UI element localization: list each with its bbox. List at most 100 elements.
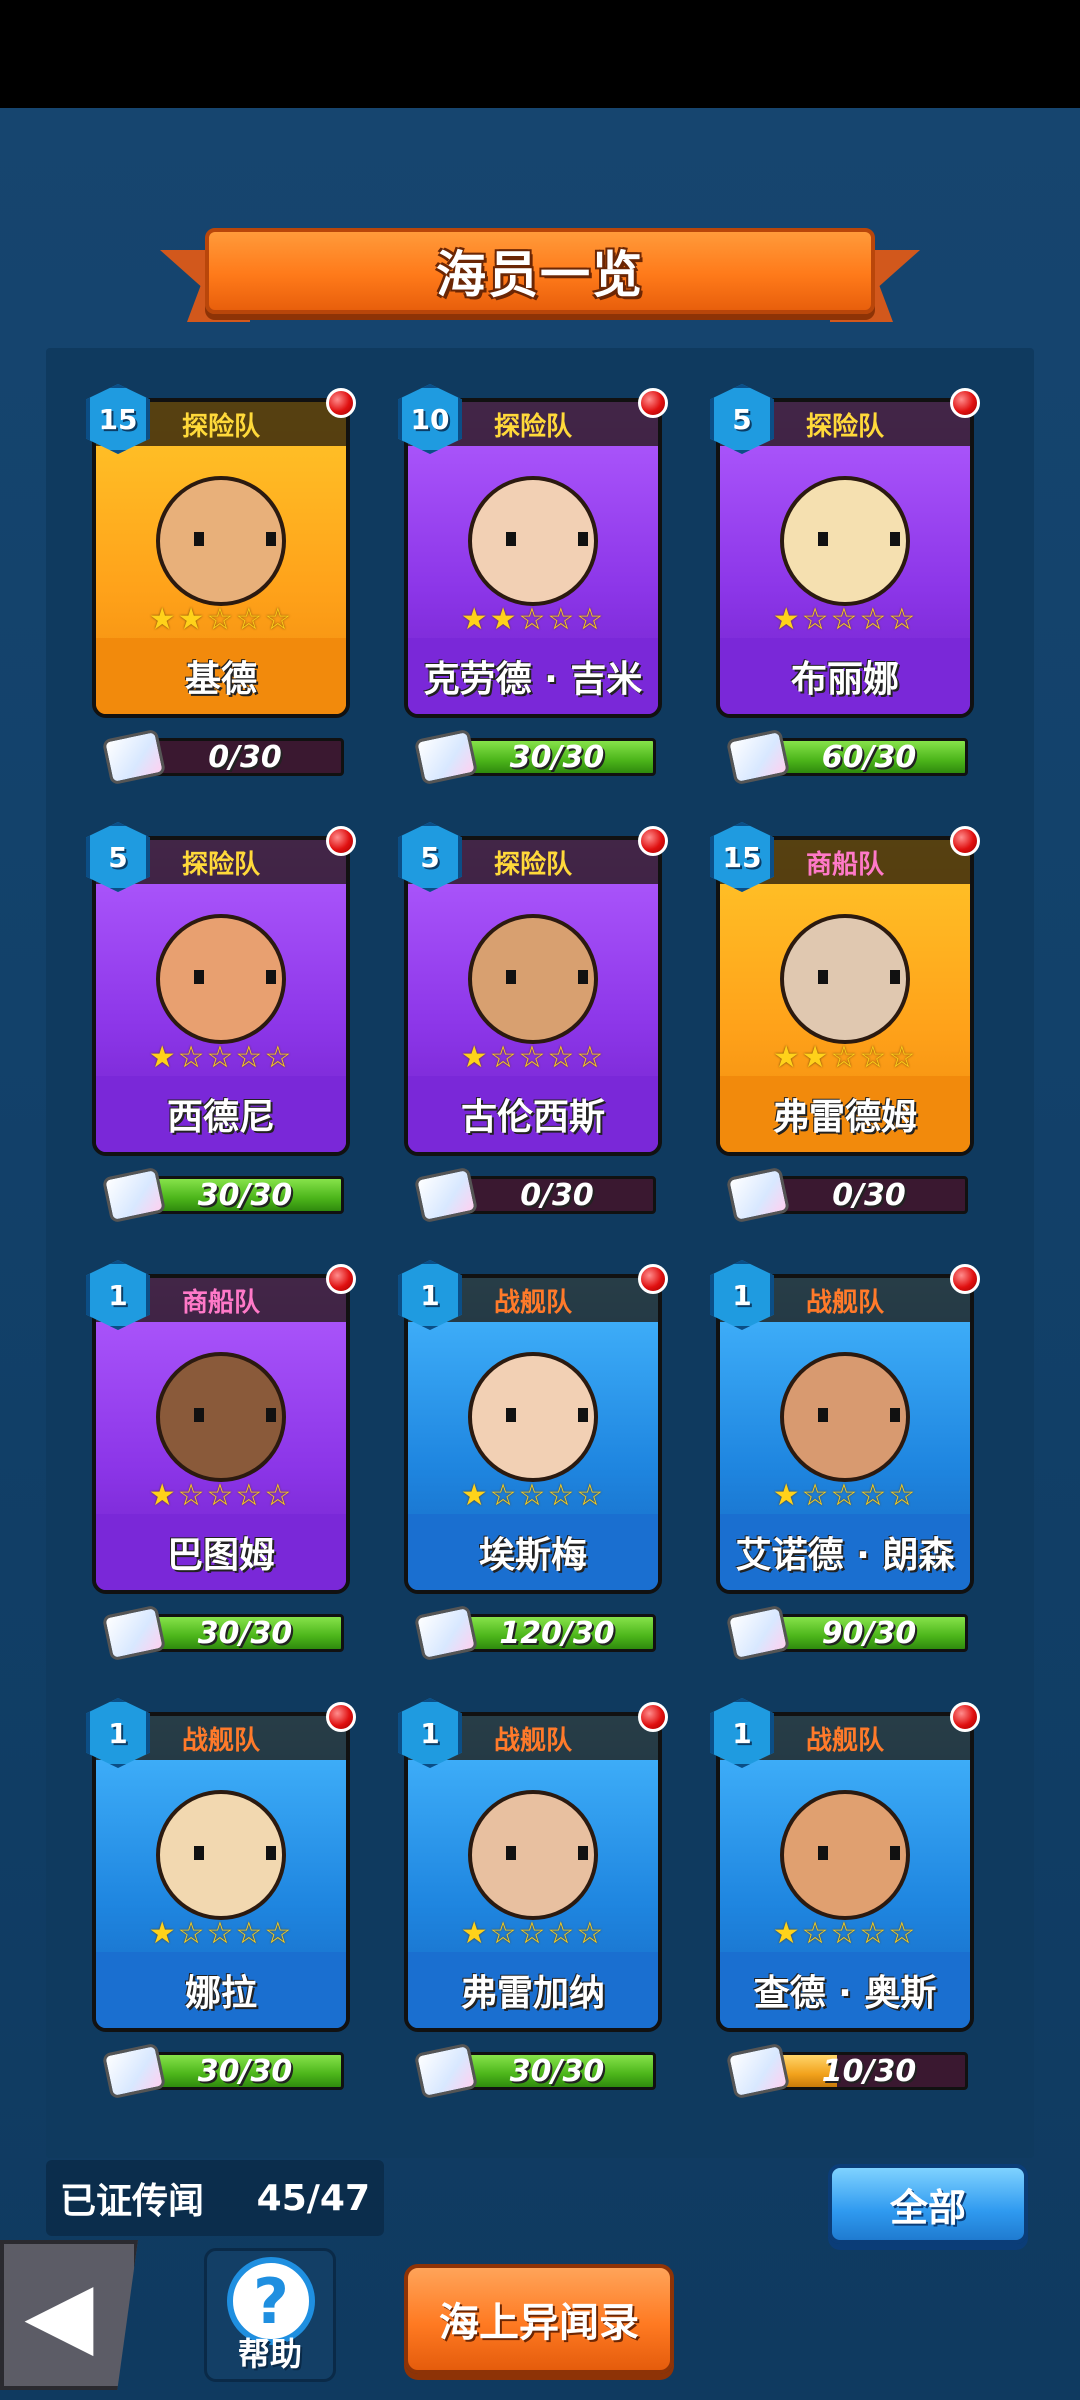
proof-counter: 已证传闻 45/47: [46, 2160, 384, 2236]
character-name: 古伦西斯: [408, 1076, 658, 1152]
notification-dot-icon: [638, 388, 668, 418]
character-name: 娜拉: [96, 1952, 346, 2028]
notification-dot-icon: [638, 1264, 668, 1294]
character-name: 查德 · 奥斯: [720, 1952, 970, 2028]
progress-text: 0/30: [520, 1177, 594, 1213]
progress-text: 30/30: [509, 2053, 605, 2089]
notification-dot-icon: [950, 1702, 980, 1732]
progress-text: 10/30: [821, 2053, 917, 2089]
character-name: 布丽娜: [720, 638, 970, 714]
fragment-progress: 0/30: [413, 1166, 658, 1224]
character-name: 弗雷德姆: [720, 1076, 970, 1152]
puzzle-piece-icon: [413, 2042, 479, 2100]
character-avatar: [156, 914, 286, 1044]
progress-text: 120/30: [499, 1615, 615, 1651]
character-name: 西德尼: [96, 1076, 346, 1152]
star-rating: ★☆☆☆☆: [148, 1040, 294, 1075]
star-rating: ★★☆☆☆: [460, 602, 606, 637]
progress-text: 30/30: [197, 1177, 293, 1213]
progress-text: 30/30: [197, 2053, 293, 2089]
character-name: 克劳德 · 吉米: [408, 638, 658, 714]
star-rating: ★☆☆☆☆: [772, 1916, 918, 1951]
crew-card[interactable]: 战舰队 ★☆☆☆☆ 查德 · 奥斯 1 10/30: [710, 1698, 980, 2100]
puzzle-piece-icon: [101, 728, 167, 786]
crew-card[interactable]: 探险队 ★★☆☆☆ 基德 15 0/30: [86, 384, 356, 786]
progress-text: 0/30: [832, 1177, 906, 1213]
fragment-progress: 30/30: [413, 728, 658, 786]
star-rating: ★★☆☆☆: [772, 1040, 918, 1075]
proof-count: 45/47: [256, 2177, 370, 2219]
crew-card[interactable]: 探险队 ★☆☆☆☆ 古伦西斯 5 0/30: [398, 822, 668, 1224]
notification-dot-icon: [950, 1264, 980, 1294]
fragment-progress: 30/30: [413, 2042, 658, 2100]
title-banner: 海员一览: [160, 222, 920, 332]
crew-card[interactable]: 战舰队 ★☆☆☆☆ 艾诺德 · 朗森 1 90/30: [710, 1260, 980, 1662]
puzzle-piece-icon: [725, 1166, 791, 1224]
star-rating: ★☆☆☆☆: [460, 1478, 606, 1513]
star-rating: ★☆☆☆☆: [460, 1040, 606, 1075]
title-plate: 海员一览: [205, 228, 875, 314]
crew-card[interactable]: 战舰队 ★☆☆☆☆ 弗雷加纳 1 30/30: [398, 1698, 668, 2100]
notification-dot-icon: [950, 388, 980, 418]
puzzle-piece-icon: [413, 1604, 479, 1662]
star-rating: ★☆☆☆☆: [460, 1916, 606, 1951]
character-avatar: [156, 1790, 286, 1920]
progress-text: 30/30: [197, 1615, 293, 1651]
crew-card[interactable]: 探险队 ★☆☆☆☆ 布丽娜 5 60/30: [710, 384, 980, 786]
puzzle-piece-icon: [725, 2042, 791, 2100]
character-name: 巴图姆: [96, 1514, 346, 1590]
fragment-progress: 30/30: [101, 2042, 346, 2100]
sea-records-label: 海上异闻录: [439, 2300, 639, 2346]
star-rating: ★☆☆☆☆: [772, 1478, 918, 1513]
character-avatar: [468, 476, 598, 606]
crew-card[interactable]: 商船队 ★☆☆☆☆ 巴图姆 1 30/30: [86, 1260, 356, 1662]
notification-dot-icon: [326, 388, 356, 418]
fragment-progress: 60/30: [725, 728, 970, 786]
crew-card[interactable]: 探险队 ★★☆☆☆ 克劳德 · 吉米 10 30/30: [398, 384, 668, 786]
character-name: 埃斯梅: [408, 1514, 658, 1590]
fragment-progress: 30/30: [101, 1604, 346, 1662]
filter-all-button[interactable]: 全部: [828, 2164, 1028, 2244]
status-bar: [0, 0, 1080, 108]
crew-card[interactable]: 商船队 ★★☆☆☆ 弗雷德姆 15 0/30: [710, 822, 980, 1224]
character-avatar: [780, 1790, 910, 1920]
character-avatar: [468, 914, 598, 1044]
character-avatar: [468, 1790, 598, 1920]
puzzle-piece-icon: [413, 728, 479, 786]
star-rating: ★☆☆☆☆: [148, 1916, 294, 1951]
help-label: 帮助: [237, 2335, 302, 2373]
sea-records-button[interactable]: 海上异闻录: [404, 2264, 674, 2374]
fragment-progress: 120/30: [413, 1604, 658, 1662]
star-rating: ★★☆☆☆: [148, 602, 294, 637]
help-button[interactable]: ? 帮助: [204, 2248, 336, 2382]
fragment-progress: 0/30: [725, 1166, 970, 1224]
notification-dot-icon: [638, 1702, 668, 1732]
progress-text: 0/30: [208, 739, 282, 775]
puzzle-piece-icon: [725, 1604, 791, 1662]
progress-text: 30/30: [509, 739, 605, 775]
back-arrow-icon: ◀: [24, 2262, 94, 2367]
puzzle-piece-icon: [101, 1166, 167, 1224]
puzzle-piece-icon: [413, 1166, 479, 1224]
fragment-progress: 0/30: [101, 728, 346, 786]
progress-text: 60/30: [821, 739, 917, 775]
fragment-progress: 90/30: [725, 1604, 970, 1662]
character-avatar: [468, 1352, 598, 1482]
character-avatar: [780, 476, 910, 606]
fragment-progress: 10/30: [725, 2042, 970, 2100]
star-rating: ★☆☆☆☆: [148, 1478, 294, 1513]
crew-card[interactable]: 探险队 ★☆☆☆☆ 西德尼 5 30/30: [86, 822, 356, 1224]
character-avatar: [156, 1352, 286, 1482]
crew-grid[interactable]: 探险队 ★★☆☆☆ 基德 15 0/30 探险队 ★★☆☆☆ 克劳德 · 吉米 …: [46, 348, 1034, 2158]
crew-card[interactable]: 战舰队 ★☆☆☆☆ 埃斯梅 1 120/30: [398, 1260, 668, 1662]
notification-dot-icon: [950, 826, 980, 856]
character-avatar: [780, 914, 910, 1044]
fragment-progress: 30/30: [101, 1166, 346, 1224]
back-button[interactable]: ◀: [0, 2240, 138, 2390]
notification-dot-icon: [326, 826, 356, 856]
progress-text: 90/30: [821, 1615, 917, 1651]
notification-dot-icon: [326, 1702, 356, 1732]
crew-card[interactable]: 战舰队 ★☆☆☆☆ 娜拉 1 30/30: [86, 1698, 356, 2100]
page-title: 海员一览: [436, 246, 644, 304]
character-name: 弗雷加纳: [408, 1952, 658, 2028]
